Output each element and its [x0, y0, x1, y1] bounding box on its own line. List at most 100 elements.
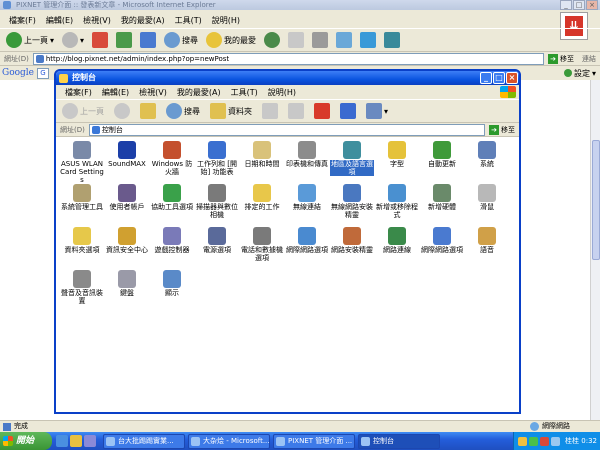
- cp-menu-view[interactable]: 檢視(V): [134, 87, 172, 98]
- cp-delete-button[interactable]: [312, 101, 332, 121]
- scroll-thumb[interactable]: [592, 140, 600, 260]
- tray-shield-icon[interactable]: [518, 436, 528, 446]
- cp-item[interactable]: 網際網路選項: [420, 227, 464, 270]
- cp-close-button[interactable]: ×: [506, 72, 518, 84]
- print-button[interactable]: [310, 30, 330, 50]
- asus-wlan-icon: [73, 141, 91, 159]
- menu-tools[interactable]: 工具(T): [170, 15, 207, 26]
- cp-item[interactable]: 地區及語言選項: [330, 141, 374, 184]
- cp-item[interactable]: 系統管理工具: [60, 184, 104, 227]
- back-button[interactable]: 上一頁 ▾: [4, 30, 56, 50]
- cp-copy-button[interactable]: [286, 101, 306, 121]
- messenger-button[interactable]: [382, 30, 402, 50]
- cp-item[interactable]: Windows 防火牆: [150, 141, 194, 184]
- cp-item[interactable]: 聲音及音訊裝置: [60, 270, 104, 313]
- google-settings[interactable]: 設定 ▾: [563, 66, 596, 80]
- menu-file[interactable]: 檔案(F): [4, 15, 41, 26]
- history-button[interactable]: [262, 30, 282, 50]
- home-button[interactable]: [138, 30, 158, 50]
- cp-item[interactable]: 日期和時間: [240, 141, 284, 184]
- maximize-button[interactable]: □: [573, 0, 585, 10]
- cp-item[interactable]: 系統: [465, 141, 509, 184]
- tray-antivirus-icon[interactable]: [540, 436, 550, 446]
- refresh-button[interactable]: [114, 30, 134, 50]
- skype-button[interactable]: [358, 30, 378, 50]
- search-button[interactable]: 搜尋: [162, 30, 200, 50]
- cp-item[interactable]: 遊戲控制器: [150, 227, 194, 270]
- menu-help[interactable]: 說明(H): [207, 15, 245, 26]
- minimize-button[interactable]: _: [560, 0, 572, 10]
- ie-quicklaunch-icon[interactable]: [56, 435, 68, 447]
- cp-item[interactable]: SoundMAX: [105, 141, 149, 184]
- cp-move-button[interactable]: [260, 101, 280, 121]
- cp-up-button[interactable]: [138, 101, 158, 121]
- explorer-quicklaunch-icon[interactable]: [70, 435, 82, 447]
- cp-item[interactable]: 無線連結: [285, 184, 329, 227]
- folders-icon: [210, 103, 226, 119]
- menu-edit[interactable]: 編輯(E): [41, 15, 78, 26]
- favorites-button[interactable]: 我的最愛: [204, 30, 258, 50]
- cp-item[interactable]: 自動更新: [420, 141, 464, 184]
- cp-item[interactable]: 字型: [375, 141, 419, 184]
- google-search-box[interactable]: G: [37, 67, 49, 79]
- task-ptt[interactable]: 台大批踢踢實業...: [103, 433, 185, 449]
- cp-item[interactable]: 語音: [465, 227, 509, 270]
- cp-item[interactable]: 協助工具選項: [150, 184, 194, 227]
- cp-maximize-button[interactable]: □: [493, 72, 505, 84]
- cp-item-label: 電源選項: [203, 246, 231, 254]
- cp-item[interactable]: 資料夾選項: [60, 227, 104, 270]
- cp-item[interactable]: 顯示: [150, 270, 194, 313]
- go-button[interactable]: ➔ 移至: [544, 53, 578, 64]
- cp-item[interactable]: 電話和數據機選項: [240, 227, 284, 270]
- cp-item[interactable]: 資訊安全中心: [105, 227, 149, 270]
- cp-item[interactable]: 新增或移除程式: [375, 184, 419, 227]
- tray-volume-icon[interactable]: [551, 436, 561, 446]
- close-button[interactable]: ×: [586, 0, 598, 10]
- url-field[interactable]: http://blog.pixnet.net/admin/index.php?o…: [32, 52, 544, 65]
- links-label[interactable]: 連結: [578, 54, 600, 64]
- cp-item[interactable]: 排定的工作: [240, 184, 284, 227]
- cp-item[interactable]: 電源選項: [195, 227, 239, 270]
- cp-item[interactable]: ASUS WLAN Card Settings: [60, 141, 104, 184]
- cp-back-button[interactable]: 上一頁: [60, 101, 106, 121]
- cp-menu-favorites[interactable]: 我的最愛(A): [172, 87, 226, 98]
- cp-item[interactable]: 掃描器與數位相機: [195, 184, 239, 227]
- start-button[interactable]: 開始: [0, 432, 52, 450]
- vertical-scrollbar[interactable]: [590, 80, 600, 420]
- cp-minimize-button[interactable]: _: [480, 72, 492, 84]
- cp-item[interactable]: 滑鼠: [465, 184, 509, 227]
- cp-item[interactable]: 網際網路選項: [285, 227, 329, 270]
- cp-item[interactable]: 無線網路安裝精靈: [330, 184, 374, 227]
- cp-item[interactable]: 使用者帳戶: [105, 184, 149, 227]
- cp-undo-button[interactable]: [338, 101, 358, 121]
- cp-menu-edit[interactable]: 編輯(E): [97, 87, 134, 98]
- cp-folders-button[interactable]: 資料夾: [208, 101, 254, 121]
- cp-go-button[interactable]: ➔ 移至: [485, 124, 519, 135]
- menu-view[interactable]: 檢視(V): [78, 15, 116, 26]
- cp-views-button[interactable]: ▾: [364, 101, 390, 121]
- task-control-panel[interactable]: 控制台: [358, 433, 440, 449]
- media-quicklaunch-icon[interactable]: [84, 435, 96, 447]
- tray-network-icon[interactable]: [529, 436, 539, 446]
- cp-forward-button[interactable]: [112, 101, 132, 121]
- cp-item[interactable]: 新增硬體: [420, 184, 464, 227]
- mail-button[interactable]: [286, 30, 306, 50]
- forward-button[interactable]: ▾: [60, 30, 86, 50]
- menu-favorites[interactable]: 我的最愛(A): [116, 15, 170, 26]
- cp-address-field[interactable]: 控制台: [88, 123, 485, 136]
- cp-item[interactable]: 印表機和傳真: [285, 141, 329, 184]
- task-pixnet[interactable]: PIXNET 管理介面 ...: [273, 433, 355, 449]
- stop-button[interactable]: [90, 30, 110, 50]
- task-ie-dazahui[interactable]: 大杂烩 - Microsoft...: [188, 433, 270, 449]
- cp-item[interactable]: 網路安裝精靈: [330, 227, 374, 270]
- internet-options-icon: [298, 227, 316, 245]
- edit-button[interactable]: [334, 30, 354, 50]
- cp-menu-file[interactable]: 檔案(F): [60, 87, 97, 98]
- cp-item[interactable]: 鍵盤: [105, 270, 149, 313]
- cp-search-button[interactable]: 搜尋: [164, 101, 202, 121]
- sound-icon: [73, 270, 91, 288]
- cp-item[interactable]: 網路連線: [375, 227, 419, 270]
- cp-menu-tools[interactable]: 工具(T): [226, 87, 263, 98]
- cp-menu-help[interactable]: 說明(H): [263, 87, 301, 98]
- cp-item[interactable]: 工作列和 [開始] 功能表: [195, 141, 239, 184]
